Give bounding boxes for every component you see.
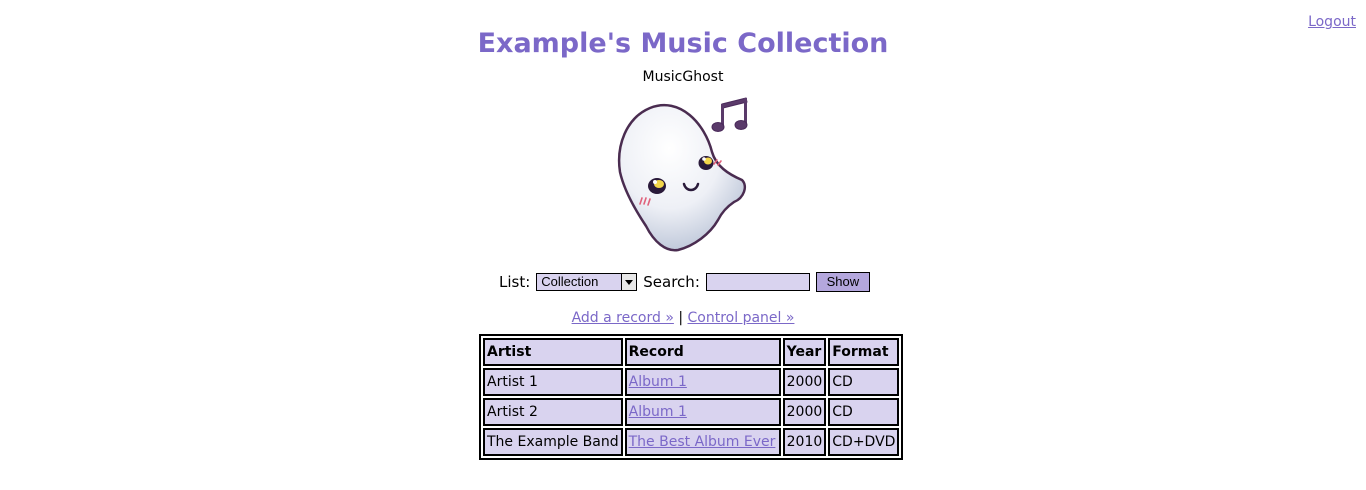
cell-format: CD: [828, 368, 900, 396]
header-format: Format: [828, 338, 900, 366]
username-label: MusicGhost: [642, 69, 724, 85]
page: Logout Example's Music Collection MusicG…: [0, 0, 1366, 490]
page-title: Example's Music Collection: [477, 28, 889, 59]
cell-record: Album 1: [624, 368, 781, 396]
list-select[interactable]: Collection: [536, 273, 638, 291]
cell-year: 2000: [782, 398, 827, 426]
cell-artist: Artist 1: [483, 368, 623, 396]
add-record-link[interactable]: Add a record »: [572, 310, 674, 326]
cell-year: 2010: [782, 428, 827, 456]
music-note-icon: [711, 97, 748, 132]
chevron-down-icon[interactable]: [621, 274, 637, 290]
table-row: Artist 1 Album 1 2000 CD: [483, 368, 900, 396]
record-link[interactable]: The Best Album Ever: [629, 434, 776, 450]
list-label: List:: [499, 273, 531, 291]
links-separator: |: [678, 310, 684, 326]
header-record: Record: [624, 338, 781, 366]
table-row: The Example Band The Best Album Ever 201…: [483, 428, 900, 456]
cell-record: Album 1: [624, 398, 781, 426]
header-artist: Artist: [483, 338, 623, 366]
record-link[interactable]: Album 1: [629, 404, 687, 420]
show-button[interactable]: Show: [815, 272, 870, 292]
cell-format: CD: [828, 398, 900, 426]
cell-year: 2000: [782, 368, 827, 396]
list-search-controls: List: Collection Search: Show: [499, 272, 870, 292]
search-input[interactable]: [705, 273, 810, 291]
search-label: Search:: [643, 273, 700, 291]
cell-format: CD+DVD: [828, 428, 900, 456]
list-select-value: Collection: [541, 274, 599, 289]
record-link[interactable]: Album 1: [629, 374, 687, 390]
table-header-row: Artist Record Year Format: [483, 338, 900, 366]
cell-artist: Artist 2: [483, 398, 623, 426]
cell-record: The Best Album Ever: [624, 428, 781, 456]
table-row: Artist 2 Album 1 2000 CD: [483, 398, 900, 426]
records-table: Artist Record Year Format Artist 1 Album…: [479, 334, 904, 460]
cell-artist: The Example Band: [483, 428, 623, 456]
action-links: Add a record » | Control panel »: [0, 310, 1366, 326]
ghost-music-icon: [610, 94, 755, 254]
control-panel-link[interactable]: Control panel »: [688, 310, 795, 326]
header-year: Year: [782, 338, 827, 366]
